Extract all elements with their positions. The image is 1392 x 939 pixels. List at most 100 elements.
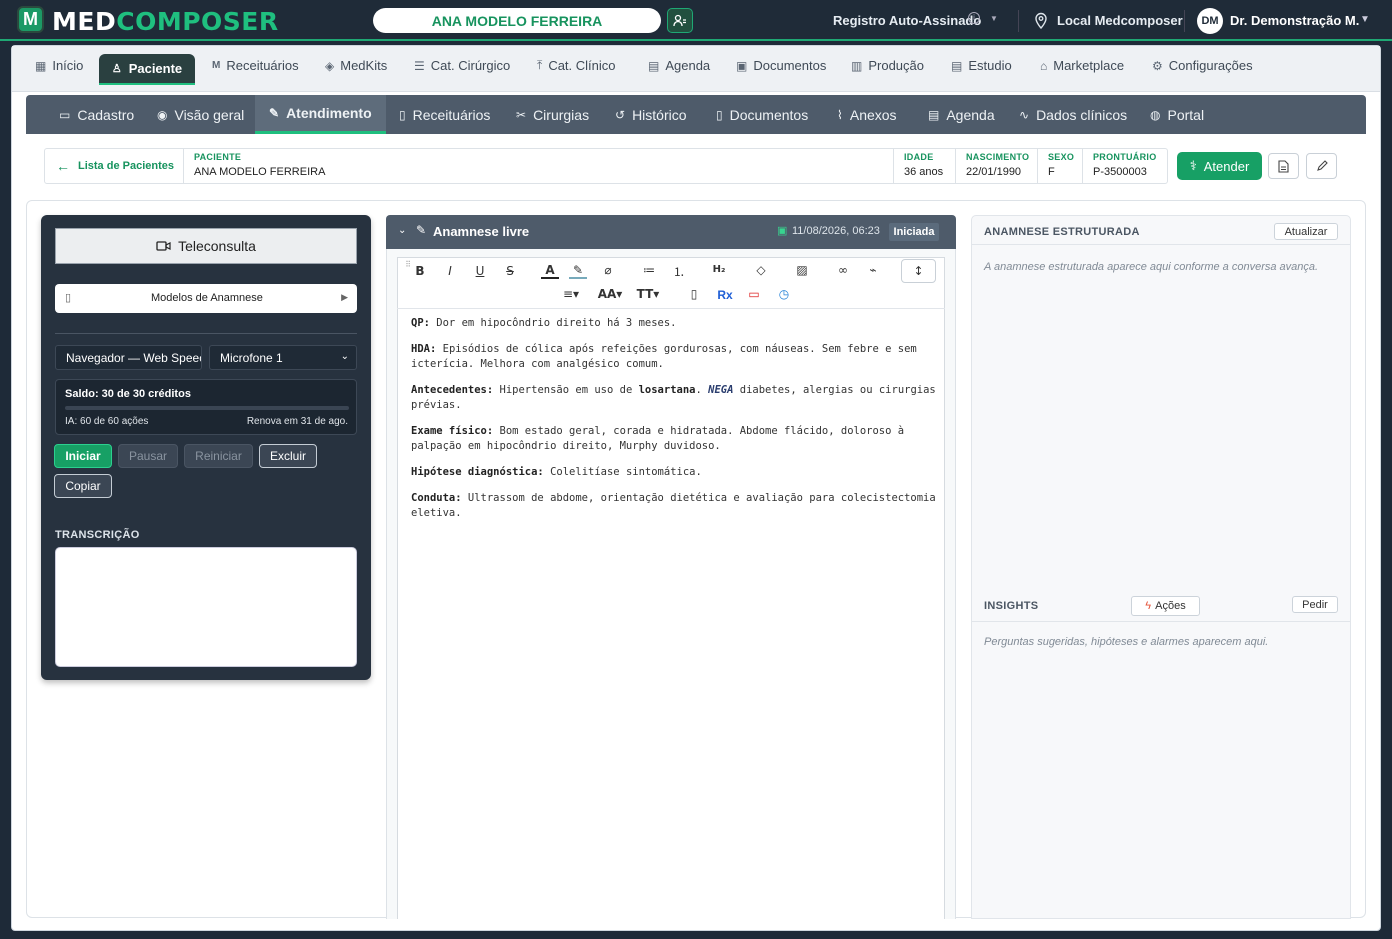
chevron-down-icon[interactable]: ▼: [990, 14, 998, 23]
prescription-icon[interactable]: Rx: [713, 288, 737, 302]
app-brand: MEDCOMPOSER: [52, 7, 279, 36]
tab-cirurgias[interactable]: ✂ Cirurgias: [516, 95, 589, 134]
field-label: IDADE: [904, 152, 934, 162]
registry-selector[interactable]: Registro Auto-Assinado: [833, 13, 981, 28]
highlight-icon[interactable]: ✎: [569, 263, 587, 279]
tab-anexos[interactable]: ⌇ Anexos: [837, 95, 897, 134]
text-transform-icon[interactable]: TT▾: [635, 287, 661, 301]
delete-button[interactable]: Excluir: [259, 444, 317, 468]
document-icon[interactable]: ▯: [685, 287, 703, 301]
nav-label: MedKits: [340, 58, 388, 73]
document-button[interactable]: [1268, 153, 1299, 179]
unlink-icon[interactable]: ⌁: [864, 263, 882, 277]
user-name[interactable]: Dr. Demonstração M.: [1230, 13, 1359, 28]
button-label: Excluir: [269, 449, 306, 463]
app-logo[interactable]: M: [17, 6, 44, 33]
nav-item-medkits[interactable]: ◈ MedKits: [325, 58, 387, 73]
underline-icon[interactable]: U: [471, 264, 489, 278]
text-color-icon[interactable]: A: [541, 263, 559, 279]
eraser-icon[interactable]: ◇: [752, 263, 770, 277]
nav-item-estudio[interactable]: ▤ Estudio: [951, 58, 1012, 73]
current-patient-pill[interactable]: ANA MODELO FERREIRA: [373, 8, 661, 33]
m-icon: M: [212, 60, 221, 71]
nav-label: Início: [52, 58, 84, 73]
button-label: Atender: [1203, 158, 1250, 174]
switch-patient-button[interactable]: [667, 8, 693, 33]
note-text: Ultrassom de abdome, orientação dietétic…: [411, 492, 936, 519]
microphone-select[interactable]: Microfone 1 ⌄: [209, 345, 357, 370]
divider: [972, 244, 1350, 245]
update-button[interactable]: Atualizar: [1274, 223, 1338, 240]
tab-historico[interactable]: ↺ Histórico: [615, 95, 687, 134]
nav-item-paciente[interactable]: ♙ Paciente: [99, 54, 195, 85]
restart-button[interactable]: Reiniciar: [184, 444, 253, 468]
start-button[interactable]: Iniciar: [54, 444, 112, 468]
ordered-list-icon[interactable]: ⒈: [670, 263, 688, 280]
font-size-icon[interactable]: AA▾: [596, 287, 624, 301]
request-button[interactable]: Pedir: [1292, 596, 1338, 613]
bold-icon[interactable]: B: [411, 264, 429, 278]
tab-visao-geral[interactable]: ◉ Visão geral: [157, 95, 244, 134]
heading-icon[interactable]: H₂: [710, 264, 728, 275]
nav-item-agenda[interactable]: ▤ Agenda: [648, 58, 710, 73]
clock-icon[interactable]: ◷: [775, 287, 793, 301]
clear-highlight-icon[interactable]: ⌀: [599, 263, 617, 277]
tab-label: Atendimento: [286, 105, 372, 121]
tab-cadastro[interactable]: ▭ Cadastro: [59, 95, 134, 134]
patient-info-strip: PACIENTE ANA MODELO FERREIRA IDADE 36 anos…: [44, 148, 1168, 184]
store-icon: ⌂: [1040, 58, 1048, 73]
pause-button[interactable]: Pausar: [118, 444, 178, 468]
edit-button[interactable]: [1306, 153, 1337, 179]
anamnesis-note[interactable]: QP: Dor em hipocôndrio direito há 3 mese…: [411, 316, 936, 532]
tab-label: Visão geral: [174, 106, 245, 123]
field-label: NASCIMENTO: [966, 152, 1030, 162]
chevron-down-icon[interactable]: ⌄: [398, 225, 406, 236]
tab-receituarios[interactable]: ▯ Receituários: [399, 95, 490, 134]
transcription-textarea[interactable]: [55, 547, 357, 667]
link-icon[interactable]: ∞: [834, 263, 852, 277]
chevron-down-icon[interactable]: ▼: [1360, 14, 1370, 25]
nav-label: Cat. Cirúrgico: [430, 58, 511, 73]
calendar-icon: ▣: [777, 225, 788, 237]
video-record-icon[interactable]: ▭: [745, 287, 763, 301]
info-icon[interactable]: i: [968, 12, 980, 24]
nav-item-marketplace[interactable]: ⌂ Marketplace: [1040, 58, 1124, 73]
patient-birth-field: NASCIMENTO 22/01/1990: [955, 149, 1037, 183]
copy-button[interactable]: Copiar: [54, 474, 112, 498]
italic-icon[interactable]: I: [441, 264, 459, 278]
caret-right-icon: ▶: [341, 292, 348, 302]
tab-atendimento[interactable]: ✎ Atendimento: [255, 95, 386, 134]
divider: [55, 333, 357, 334]
image-icon[interactable]: ▨: [793, 263, 811, 277]
location-selector[interactable]: Local Medcomposer: [1057, 13, 1183, 28]
expand-height-icon[interactable]: ↕: [901, 259, 936, 283]
anamnesis-templates-button[interactable]: ▯ Modelos de Anamnese ▶: [55, 284, 357, 313]
nav-item-producao[interactable]: ▥ Produção: [851, 58, 924, 73]
tab-dados-clinicos[interactable]: ∿ Dados clínicos: [1019, 95, 1127, 134]
actions-button[interactable]: ϟ Ações: [1131, 596, 1200, 616]
bullet-list-icon[interactable]: ≔: [640, 263, 658, 277]
nav-item-receituarios[interactable]: M Receituários: [212, 58, 299, 73]
speech-engine-select[interactable]: Navegador — Web Speech: [55, 345, 202, 370]
note-label: Conduta:: [411, 492, 462, 504]
teleconsulta-button[interactable]: Teleconsulta: [55, 228, 357, 264]
nav-item-cat-clinico[interactable]: ⤒ Cat. Clínico: [537, 58, 616, 73]
tab-agenda[interactable]: ▤ Agenda: [928, 95, 995, 134]
divider: [1184, 10, 1185, 32]
tab-documentos[interactable]: ▯ Documentos: [716, 95, 808, 134]
avatar[interactable]: DM: [1197, 8, 1223, 34]
file-icon: ▤: [951, 58, 963, 73]
nav-item-inicio[interactable]: ▦ Início: [35, 58, 83, 73]
strikethrough-icon[interactable]: S: [501, 264, 519, 278]
atender-button[interactable]: ⚕ Atender: [1177, 152, 1262, 180]
back-to-patient-list[interactable]: ← Lista de Pacientes: [56, 158, 174, 174]
nav-item-cat-cirurgico[interactable]: ☰ Cat. Cirúrgico: [414, 58, 510, 73]
tab-label: Dados clínicos: [1036, 106, 1128, 123]
align-icon[interactable]: ≡▾: [558, 287, 584, 301]
button-label: Atualizar: [1284, 225, 1328, 238]
divider: [1018, 10, 1019, 32]
tab-portal[interactable]: ◍ Portal: [1150, 95, 1204, 134]
document-plus-icon: ▯: [399, 107, 406, 122]
nav-item-configuracoes[interactable]: ⚙ Configurações: [1152, 58, 1253, 73]
nav-item-documentos[interactable]: ▣ Documentos: [736, 58, 826, 73]
